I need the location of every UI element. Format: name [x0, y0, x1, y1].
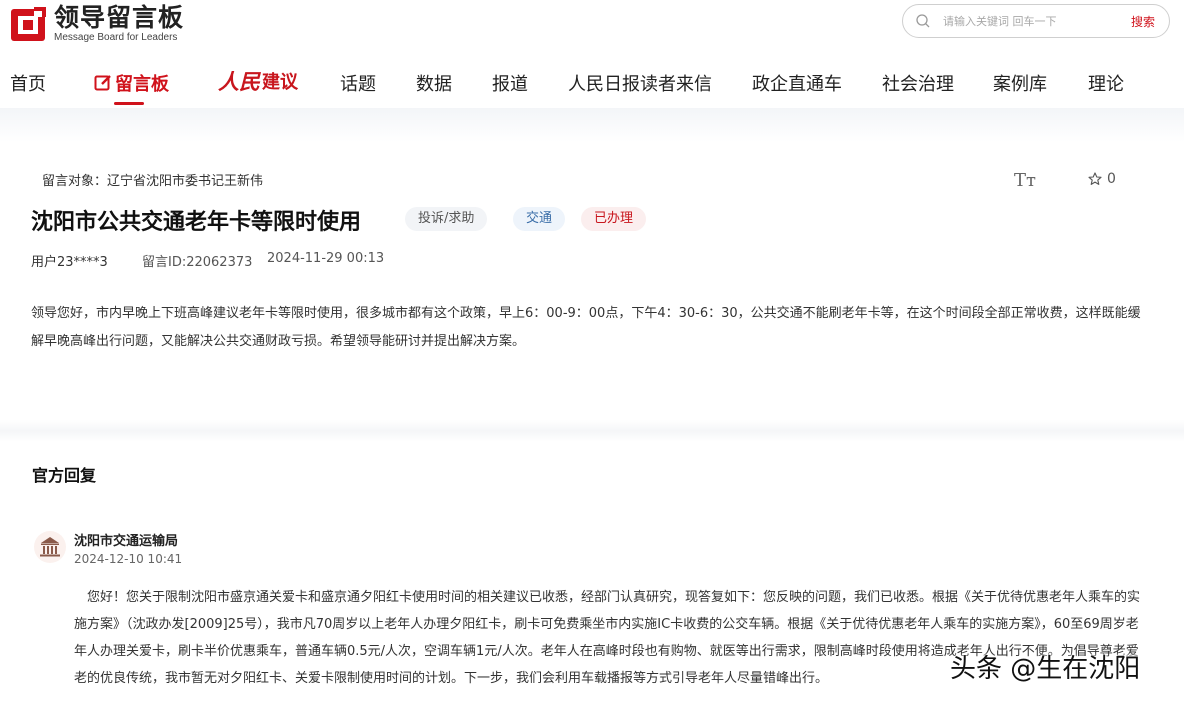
nav-data[interactable]: 数据 — [416, 70, 452, 96]
favorite-count: 0 — [1107, 171, 1116, 187]
edit-icon — [94, 75, 111, 91]
nav-message-board[interactable]: 留言板 — [94, 70, 169, 96]
main-nav: 首页 留言板 人民 建议 话题 数据 报道 人民日报读者来信 政企直通车 社会治理… — [0, 64, 1184, 108]
government-building-icon — [40, 537, 60, 557]
reply-time: 2024-12-10 10:41 — [74, 552, 183, 566]
nav-home[interactable]: 首页 — [10, 70, 46, 96]
tag-field[interactable]: 交通 — [513, 207, 566, 231]
nav-active-indicator — [114, 102, 144, 105]
nav-people-suggestions[interactable]: 人民 建议 — [218, 66, 298, 96]
star-icon — [1088, 172, 1102, 185]
search-button[interactable]: 搜索 — [1131, 13, 1155, 30]
reply-department: 沈阳市交通运输局 — [74, 534, 179, 549]
logo-text: 领导留言板 Message Board for Leaders — [54, 4, 184, 44]
site-logo[interactable]: 领导留言板 Message Board for Leaders — [10, 4, 184, 44]
logo-subtitle: Message Board for Leaders — [54, 32, 178, 43]
search-box: 搜索 — [902, 4, 1170, 38]
message-id: 留言ID:22062373 — [142, 255, 253, 270]
search-input[interactable] — [943, 11, 1113, 31]
favorite-button[interactable]: 0 — [1088, 171, 1116, 187]
watermark: 头条 @生在沈阳 — [950, 654, 1141, 684]
nav-case-library[interactable]: 案例库 — [993, 70, 1047, 96]
logo-mark-icon — [11, 5, 46, 41]
status-badge: 已办理 — [581, 207, 647, 231]
nav-readers-letters[interactable]: 人民日报读者来信 — [568, 70, 712, 96]
nav-theory[interactable]: 理论 — [1088, 70, 1124, 96]
font-size-icon[interactable]: Tт — [1014, 170, 1036, 191]
message-title: 沈阳市公共交通老年卡等限时使用 — [31, 210, 362, 235]
section-divider — [0, 420, 1184, 442]
header-divider — [0, 108, 1184, 142]
message-target: 留言对象：辽宁省沈阳市委书记王新伟 — [42, 174, 264, 189]
nav-people-logo: 人民 — [218, 69, 260, 94]
message-time: 2024-11-29 00:13 — [267, 251, 385, 266]
nav-reports[interactable]: 报道 — [492, 70, 528, 96]
nav-message-board-label: 留言板 — [115, 74, 169, 95]
nav-suggestions-label: 建议 — [262, 72, 298, 93]
message-body: 领导您好，市内早晚上下班高峰建议老年卡等限时使用，很多城市都有这个政策，早上6：… — [31, 306, 1141, 349]
department-avatar — [34, 531, 66, 563]
nav-gov-enterprise[interactable]: 政企直通车 — [752, 70, 842, 96]
search-icon — [916, 14, 930, 28]
tag-category[interactable]: 投诉/求助 — [405, 207, 488, 231]
message-user: 用户23****3 — [31, 255, 108, 270]
official-reply-heading: 官方回复 — [32, 466, 97, 485]
logo-title: 领导留言板 — [54, 3, 185, 32]
nav-topics[interactable]: 话题 — [340, 70, 376, 96]
nav-social-governance[interactable]: 社会治理 — [882, 70, 954, 96]
